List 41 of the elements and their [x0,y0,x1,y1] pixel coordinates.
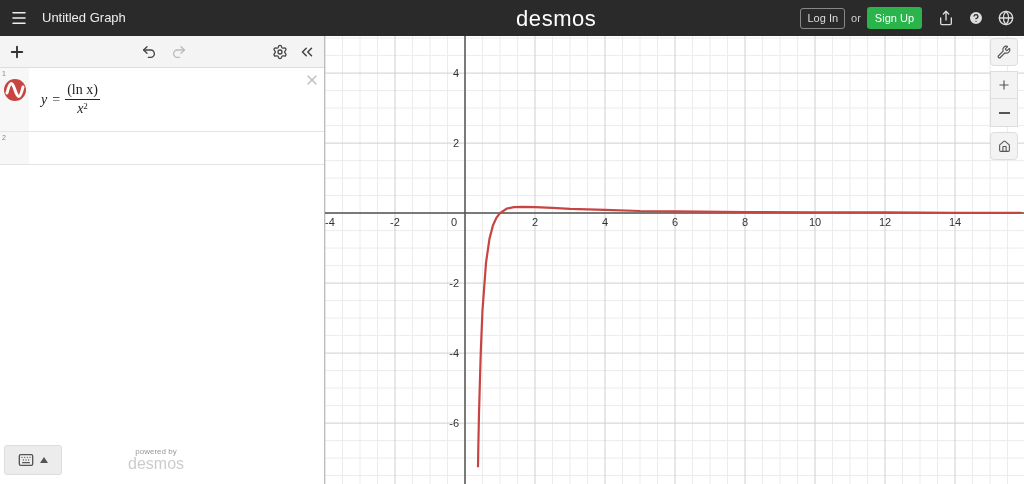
fraction-numerator: (ln x) [65,81,100,100]
tick-label: -4 [449,347,459,360]
home-button[interactable] [990,132,1018,160]
keyboard-button[interactable] [4,445,62,475]
tick-label: -2 [449,277,459,290]
tick-label: 8 [741,216,749,229]
equation-lhs: y [41,91,48,109]
tick-label: -6 [449,417,459,430]
origin-label: 0 [450,216,457,229]
tick-label: 14 [948,216,962,229]
help-icon[interactable] [968,10,984,26]
tick-label: 4 [601,216,609,229]
minus-icon [998,111,1010,114]
tick-label: 2 [452,137,459,150]
tick-label: 6 [671,216,679,229]
menu-icon[interactable] [10,9,28,27]
or-text: or [851,10,861,26]
globe-icon[interactable] [998,10,1014,26]
tick-label: 4 [452,67,459,80]
graph-title[interactable]: Untitled Graph [42,8,242,28]
tick-label: 10 [808,216,822,229]
tick-label: 12 [878,216,892,229]
undo-icon[interactable] [141,43,157,60]
zoom-out-button[interactable] [990,99,1018,127]
powered-by-text: powered by [135,448,177,456]
equals-sign: = [52,91,61,109]
keyboard-icon [18,452,34,468]
home-icon [997,139,1011,153]
share-icon[interactable] [938,10,954,26]
curve-icon[interactable] [2,78,27,102]
tick-label: -4 [325,216,335,229]
login-button[interactable]: Log In [800,7,846,29]
settings-icon[interactable] [272,43,288,60]
triangle-up-icon [40,457,48,463]
graph-settings-button[interactable] [990,38,1018,66]
fraction-denominator: x$^{2}$ [77,100,88,118]
tick-label: 2 [531,216,539,229]
tick-label: -2 [390,216,400,229]
wrench-icon [997,45,1011,59]
plus-icon [997,78,1011,92]
logo: desmos [516,4,597,33]
